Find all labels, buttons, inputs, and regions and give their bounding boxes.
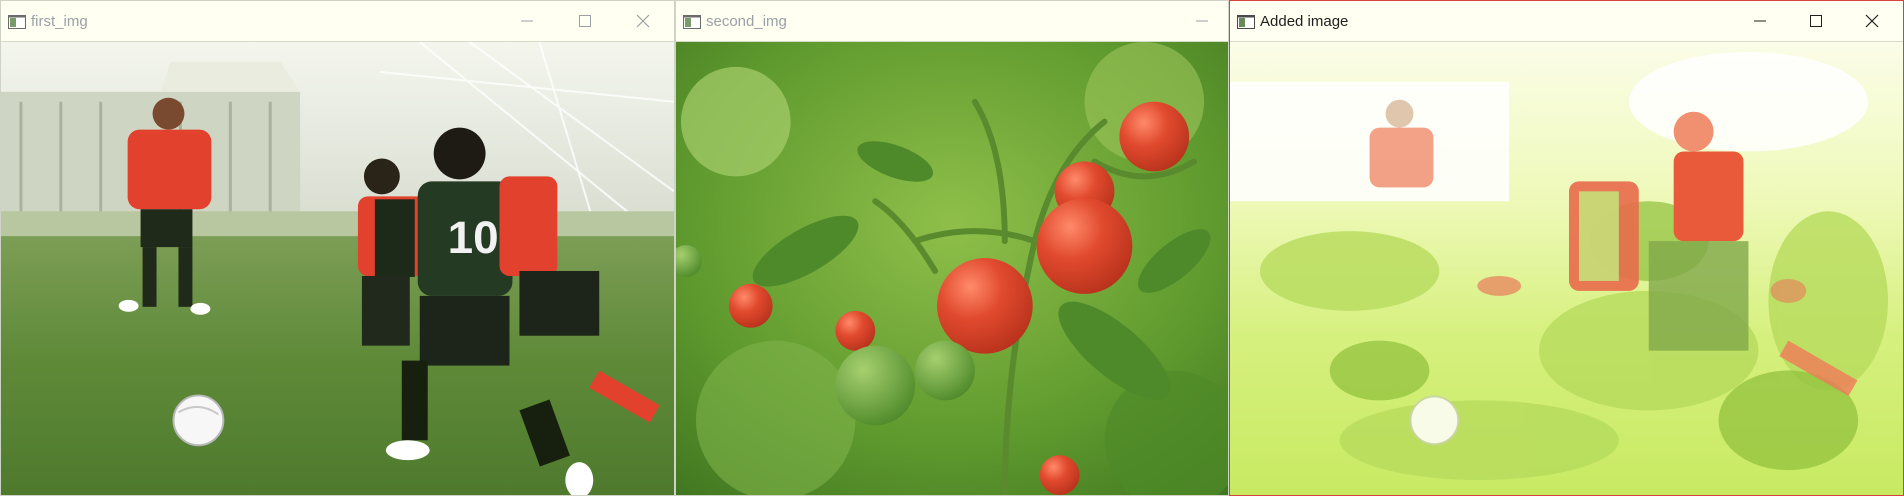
maximize-button[interactable] (557, 1, 613, 41)
title-bar[interactable]: second_img (676, 1, 1228, 42)
maximize-button[interactable] (1788, 1, 1844, 41)
window-second-img[interactable]: second_img (675, 0, 1229, 496)
minimize-button[interactable] (499, 1, 555, 41)
added-image-view (1230, 42, 1903, 495)
close-button[interactable] (615, 1, 671, 41)
minimize-icon (521, 20, 533, 22)
soccer-photo: 10 (1, 42, 674, 495)
title-bar[interactable]: Added image (1230, 1, 1903, 42)
window-added-image[interactable]: Added image (1229, 0, 1904, 496)
window-title: second_img (706, 13, 787, 30)
tomato-photo (676, 42, 1228, 495)
first-image-view: 10 (1, 42, 674, 495)
window-first-img[interactable]: first_img 10 (0, 0, 675, 496)
window-title: Added image (1260, 13, 1349, 30)
close-button[interactable] (1844, 1, 1900, 41)
close-icon (1865, 14, 1879, 28)
close-icon (636, 14, 650, 28)
blended-photo (1230, 42, 1903, 495)
app-window-icon (683, 15, 701, 29)
second-image-view (676, 42, 1228, 495)
title-bar[interactable]: first_img (1, 1, 674, 42)
minimize-button[interactable] (1732, 1, 1788, 41)
maximize-icon (579, 15, 591, 27)
window-title: first_img (31, 13, 88, 30)
app-window-icon (1237, 15, 1255, 29)
svg-text:10: 10 (448, 212, 499, 263)
app-window-icon (8, 15, 26, 29)
minimize-icon (1754, 20, 1766, 22)
minimize-button[interactable] (1174, 1, 1230, 41)
minimize-icon (1196, 20, 1208, 22)
maximize-icon (1810, 15, 1822, 27)
